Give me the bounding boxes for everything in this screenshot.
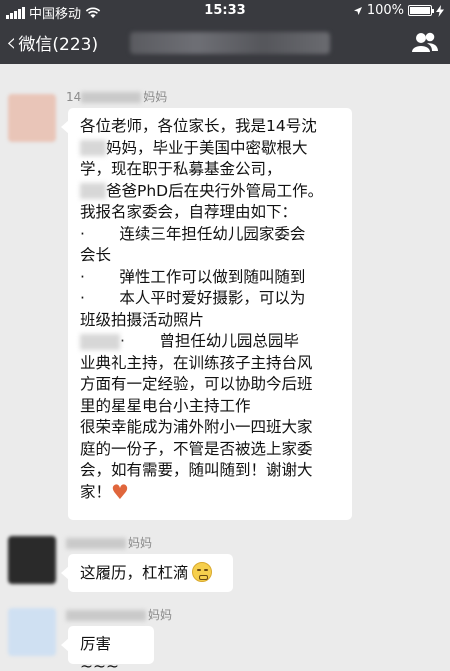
message-line: 会长 bbox=[80, 246, 112, 264]
battery-icon bbox=[408, 5, 434, 16]
charging-bolt-icon bbox=[436, 4, 444, 17]
sender-name: 妈妈 bbox=[66, 606, 172, 623]
message-line: · 曾担任幼儿园总园毕 bbox=[80, 331, 342, 353]
heart-emoji-icon: ♥ bbox=[111, 479, 129, 504]
message-line: 很荣幸能成为浦外附小一四班大家 bbox=[80, 418, 313, 436]
sender-name: 14 妈妈 bbox=[66, 90, 168, 104]
avatar[interactable] bbox=[8, 94, 56, 142]
message-line: 妈妈，毕业于美国中密歇根大 bbox=[80, 138, 342, 160]
battery-percent: 100% bbox=[366, 3, 404, 18]
message-line: 会，如有需要，随叫随到！谢谢大 bbox=[80, 461, 313, 479]
message-line: · 本人平时爱好摄影，可以为 bbox=[80, 289, 306, 307]
back-button[interactable]: ‹ 微信(223) bbox=[6, 27, 99, 58]
message-line: 方面有一定经验，可以协助今后班 bbox=[80, 375, 313, 393]
chat-nav-bar: ‹ 微信(223) bbox=[0, 22, 450, 64]
message-bubble[interactable]: 这履历，杠杠滴 bbox=[61, 554, 233, 592]
group-info-icon[interactable] bbox=[412, 31, 438, 53]
chat-title-redacted bbox=[130, 32, 330, 54]
message-line: 家！♥ bbox=[80, 479, 129, 504]
status-right: 100% bbox=[353, 3, 444, 18]
message-line: 业典礼主持，在训练孩子主持台风 bbox=[80, 353, 313, 372]
avatar[interactable] bbox=[8, 608, 56, 656]
message-line: · 连续三年担任幼儿园家委会 bbox=[80, 224, 306, 243]
message-line: 里的星星电台小主持工作 bbox=[80, 396, 251, 415]
message-line: · 弹性工作可以做到随叫随到 bbox=[80, 267, 306, 286]
chat-messages[interactable]: 14 妈妈 各位老师，各位家长，我是14号沈 妈妈，毕业于美国中密歇根大 学，现在… bbox=[0, 64, 450, 671]
message-line: 庭的一份子，不管是否被选上家委 bbox=[80, 439, 313, 458]
sender-name: 妈妈 bbox=[66, 534, 152, 551]
message-text: 这履历，杠杠滴 bbox=[80, 562, 223, 585]
location-arrow-icon bbox=[353, 6, 362, 15]
message-line: 各位老师，各位家长，我是14号沈 bbox=[80, 117, 317, 135]
sweat-smile-emoji-icon bbox=[191, 562, 212, 582]
message-line: 班级拍摄活动照片 bbox=[80, 310, 205, 329]
chevron-left-icon: ‹ bbox=[6, 27, 17, 58]
message-text: 厉害~~~ bbox=[80, 635, 119, 671]
message-line: 爸爸PhD后在央行外管局工作。 bbox=[80, 181, 342, 203]
message-bubble[interactable]: 各位老师，各位家长，我是14号沈 妈妈，毕业于美国中密歇根大 学，现在职于私募基… bbox=[61, 108, 352, 520]
status-bar: 中国移动 15:33 100% bbox=[0, 0, 450, 22]
back-label: 微信(223) bbox=[18, 35, 99, 55]
avatar[interactable] bbox=[8, 536, 56, 584]
message-line: 我报名家委会，自荐理由如下： bbox=[80, 203, 298, 221]
message-bubble[interactable]: 厉害~~~ bbox=[61, 626, 154, 671]
message-line: 学，现在职于私募基金公司， bbox=[80, 160, 282, 178]
